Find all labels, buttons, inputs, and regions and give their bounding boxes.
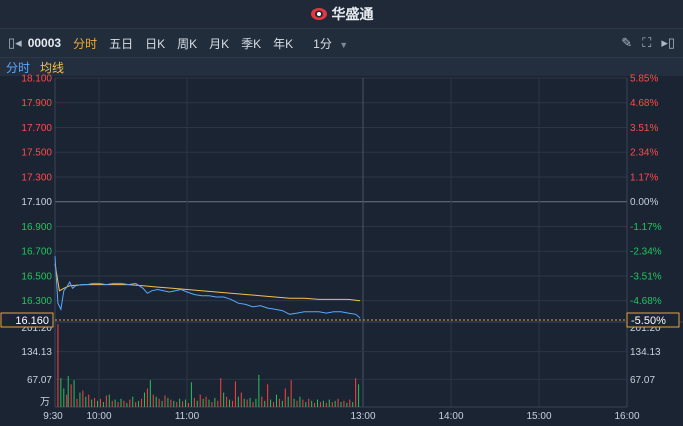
intraday-chart: 18.100 5.85% 17.900 4.68% 17.700 3.51% 17.500 2… — [0, 74, 683, 422]
volume-tick-right: 67.07 — [630, 375, 655, 386]
volume-unit: 万 — [40, 397, 50, 408]
time-tick: 9:30 — [43, 411, 63, 422]
current-price: 16.160 — [15, 315, 49, 327]
price-tick: 16.500 — [21, 271, 52, 282]
pct-tick: -3.51% — [630, 271, 662, 282]
price-tick: 16.900 — [21, 222, 52, 233]
pct-tick: -2.34% — [630, 247, 662, 258]
pct-tick: 4.68% — [630, 98, 658, 109]
price-tick: 17.500 — [21, 148, 52, 159]
volume-bars — [57, 324, 360, 407]
axis-labels: 18.100 5.85% 17.900 4.68% 17.700 3.51% 17.500 2… — [0, 74, 680, 422]
price-tick: 18.100 — [21, 74, 52, 85]
current-pct: -5.50% — [631, 315, 666, 327]
price-tick: 17.100 — [21, 197, 52, 208]
price-tick: 16.300 — [21, 296, 52, 307]
time-tick: 15:00 — [526, 411, 551, 422]
time-tick: 16:00 — [614, 411, 639, 422]
volume-tick: 67.07 — [27, 375, 52, 386]
volume-tick-right: 134.13 — [630, 347, 661, 358]
avg-price-line — [54, 263, 361, 302]
pct-tick: -1.17% — [630, 222, 662, 233]
pct-tick: 0.00% — [630, 197, 658, 208]
pct-tick: 2.34% — [630, 148, 658, 159]
price-tick: 16.700 — [21, 247, 52, 258]
time-tick: 11:00 — [175, 411, 200, 422]
time-tick: 14:00 — [438, 411, 463, 422]
volume-tick: 134.13 — [21, 347, 52, 358]
pct-tick: 5.85% — [630, 74, 658, 85]
price-tick: 17.900 — [21, 98, 52, 109]
time-tick: 10:00 — [86, 411, 111, 422]
time-tick: 13:00 — [350, 411, 375, 422]
price-tick: 17.300 — [21, 172, 52, 183]
chart-grid — [0, 77, 683, 408]
pct-tick: 1.17% — [630, 172, 658, 183]
pct-tick: 3.51% — [630, 123, 658, 134]
price-tick: 17.700 — [21, 123, 52, 134]
price-line — [54, 256, 361, 319]
pct-tick: -4.68% — [630, 296, 662, 307]
